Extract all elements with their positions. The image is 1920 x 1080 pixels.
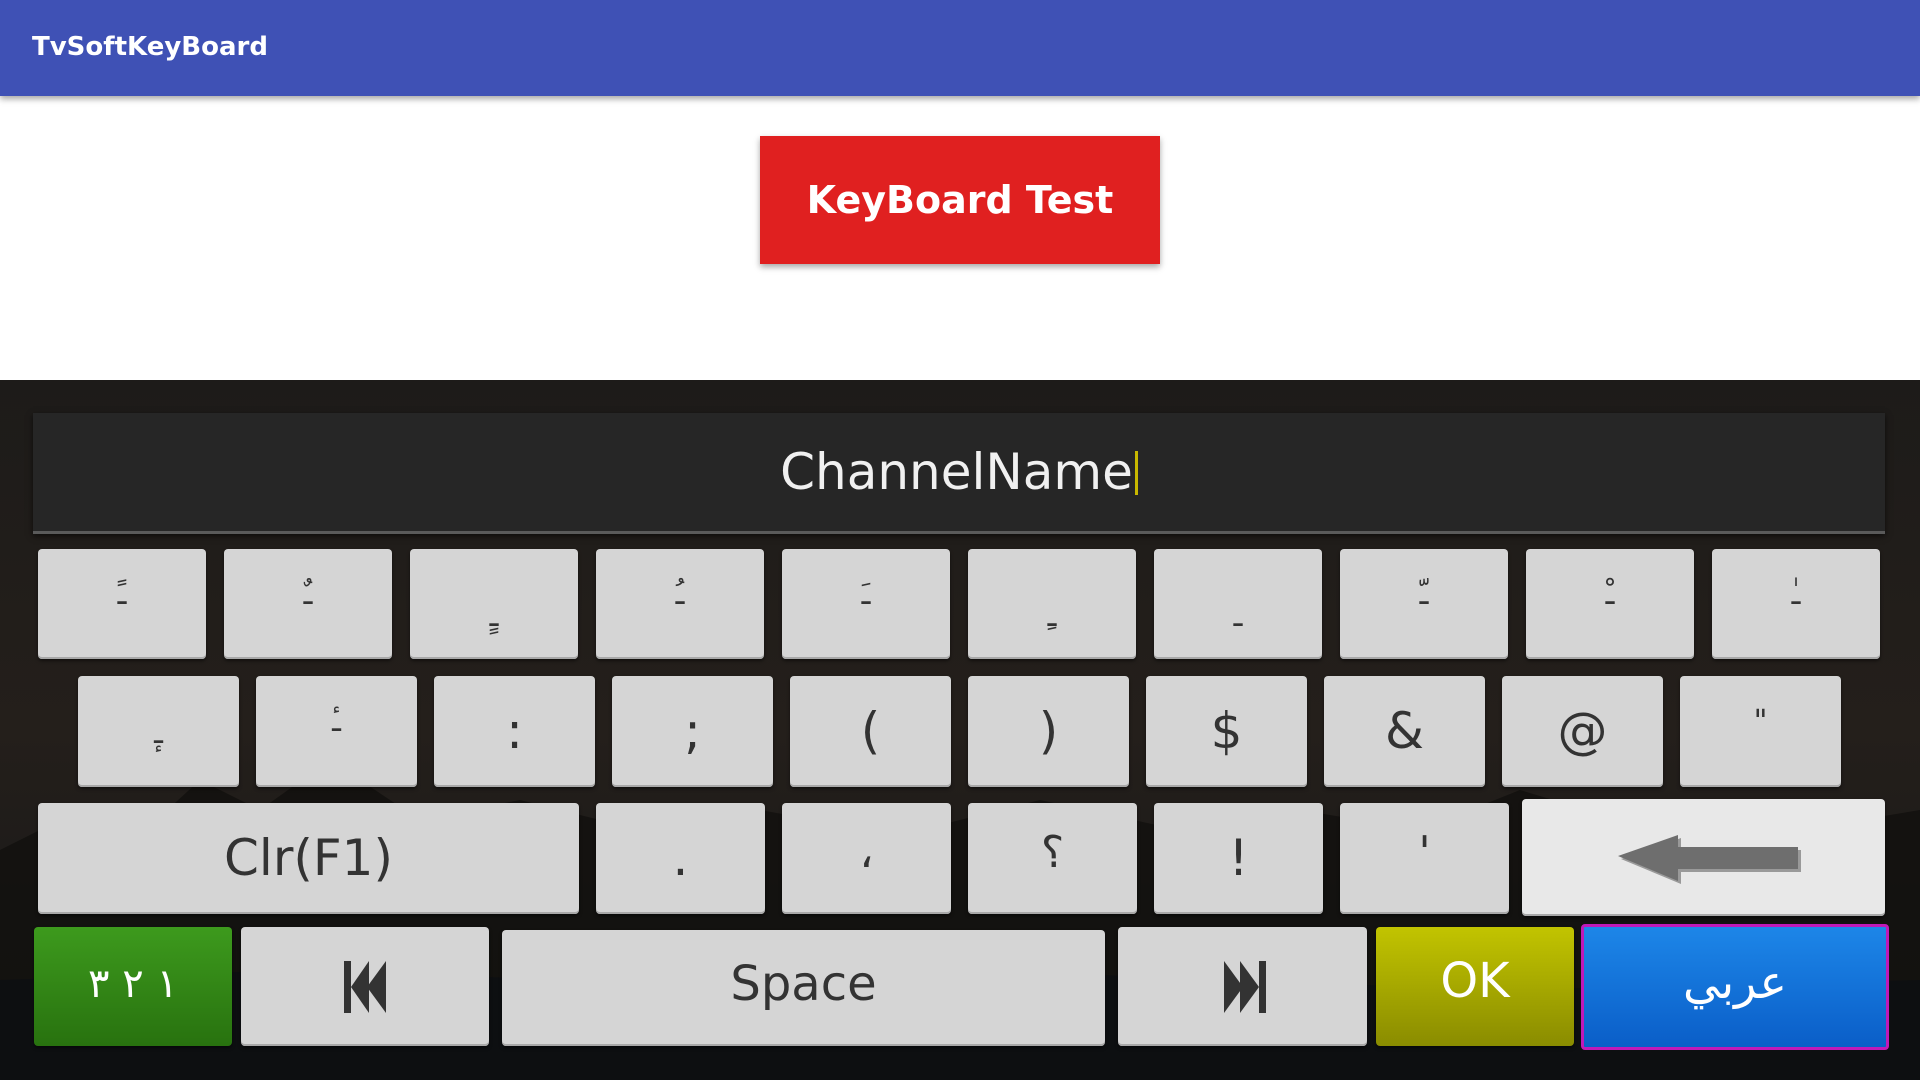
keyboard-test-button[interactable]: KeyBoard Test — [760, 136, 1160, 264]
key-tatweel[interactable]: ـ — [1154, 549, 1322, 659]
key-apostrophe[interactable]: ' — [1340, 803, 1509, 914]
key-hamza-above[interactable]: ـٔ — [256, 676, 417, 787]
key-arabic-question[interactable]: ؟ — [968, 803, 1137, 914]
key-colon[interactable]: : — [434, 676, 595, 787]
key-fatha[interactable]: ـَ — [782, 549, 950, 659]
key-close-paren[interactable]: ) — [968, 676, 1129, 787]
space-key[interactable]: Space — [502, 930, 1105, 1046]
key-hamza-below[interactable]: ـٕ — [78, 676, 239, 787]
key-period[interactable]: . — [596, 803, 765, 914]
previous-key[interactable] — [241, 927, 489, 1046]
key-dollar[interactable]: $ — [1146, 676, 1307, 787]
key-shadda[interactable]: ـّ — [1340, 549, 1508, 659]
app-bar: TvSoftKeyBoard — [0, 0, 1920, 96]
key-tanwin-kasr[interactable]: ـٍ — [410, 549, 578, 659]
ok-key[interactable]: OK — [1376, 927, 1574, 1046]
next-key[interactable] — [1118, 927, 1367, 1046]
key-exclamation[interactable]: ! — [1154, 803, 1323, 914]
key-superscript-alef[interactable]: ـٰ — [1712, 549, 1880, 659]
numbers-key[interactable]: ١ ٢ ٣ — [34, 927, 232, 1046]
key-double-quote[interactable]: " — [1680, 676, 1841, 787]
key-open-paren[interactable]: ( — [790, 676, 951, 787]
key-sukun[interactable]: ـْ — [1526, 549, 1694, 659]
backspace-key[interactable] — [1522, 799, 1885, 916]
key-kasra[interactable]: ـِ — [968, 549, 1136, 659]
left-arrow-icon — [1618, 835, 1801, 884]
app-title: TvSoftKeyBoard — [32, 32, 268, 62]
clear-key[interactable]: Clr(F1) — [38, 803, 579, 914]
skip-previous-icon — [344, 961, 386, 1013]
key-tanwin-fath[interactable]: ـً — [38, 549, 206, 659]
language-key[interactable]: عربي — [1581, 924, 1889, 1050]
key-arabic-comma[interactable]: ، — [782, 803, 951, 914]
key-tanwin-damm[interactable]: ـٌ — [224, 549, 392, 659]
text-input-field[interactable]: ChannelName — [33, 413, 1885, 534]
key-ampersand[interactable]: & — [1324, 676, 1485, 787]
key-at[interactable]: @ — [1502, 676, 1663, 787]
input-value: ChannelName — [780, 443, 1133, 501]
key-damma[interactable]: ـُ — [596, 549, 764, 659]
skip-next-icon — [1224, 961, 1266, 1013]
key-semicolon[interactable]: ; — [612, 676, 773, 787]
text-caret — [1134, 451, 1138, 495]
soft-keyboard: ChannelName ـً ـٌ ـٍ ـُ ـَ ـِ ـ ـّ ـْ ـٰ… — [0, 380, 1920, 1080]
